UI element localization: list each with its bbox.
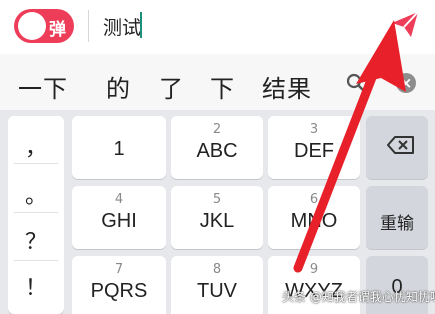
punct-period[interactable]: 。 [8, 178, 64, 210]
key-8[interactable]: 8 TUV [171, 256, 263, 314]
key-number: 9 [309, 262, 319, 277]
key-number: 5 [212, 192, 222, 207]
key-9[interactable]: 9 WXYZ [268, 256, 360, 314]
key-number: 7 [114, 262, 124, 277]
key-label: 重输 [380, 214, 414, 234]
keyboard-panel: ， 。 ？ ！ 1 2 ABC 3 DEF 4 GHI 5 JKL 6 MNO [0, 110, 435, 314]
popup-toggle[interactable]: 弹 [14, 9, 74, 43]
key-number: 2 [212, 122, 222, 137]
key-1[interactable]: 1 [72, 116, 166, 179]
divider [14, 260, 58, 261]
key-label: ABC [196, 140, 238, 162]
candidate-item[interactable]: 了 [159, 69, 184, 104]
candidate-item[interactable]: 的 [106, 69, 131, 104]
message-input[interactable]: 测试 [103, 13, 141, 40]
key-5[interactable]: 5 JKL [171, 186, 263, 249]
key-7[interactable]: 7 PQRS [72, 256, 166, 314]
candidate-item[interactable]: 结果 [262, 69, 312, 104]
key-3[interactable]: 3 DEF [268, 116, 360, 179]
key-label: PQRS [90, 280, 148, 302]
divider [88, 10, 89, 42]
close-icon[interactable]: × [396, 73, 416, 93]
key-label: JKL [199, 210, 235, 232]
key-6[interactable]: 6 MNO [268, 186, 360, 249]
backspace-icon [387, 136, 414, 154]
watermark-text: 头条 @知我者谓我心忧知忧呀 [282, 290, 435, 304]
key-label: TUV [197, 280, 237, 302]
search-icon[interactable] [344, 71, 368, 95]
toggle-knob [18, 12, 46, 40]
candidate-bar: 一下 的 了 下 结果 × [0, 54, 435, 110]
send-icon[interactable] [389, 8, 421, 40]
key-number: 6 [309, 192, 319, 207]
divider [14, 163, 58, 164]
key-0[interactable]: 0 [366, 256, 428, 314]
candidate-item[interactable]: 一下 [18, 69, 68, 104]
punct-question[interactable]: ？ [8, 224, 64, 256]
key-label: GHI [101, 210, 137, 232]
reenter-key[interactable]: 重输 [366, 186, 428, 249]
input-bar: 弹 测试 [0, 0, 435, 54]
key-number: 8 [212, 262, 222, 277]
divider [14, 212, 58, 213]
close-glyph: × [399, 74, 413, 92]
backspace-key[interactable] [366, 116, 428, 179]
key-number: 3 [309, 122, 319, 137]
candidate-item[interactable]: 下 [210, 69, 235, 104]
key-label: MNO [290, 210, 338, 232]
punctuation-column[interactable]: ， 。 ？ ！ [8, 116, 64, 314]
toggle-label: 弹 [49, 20, 66, 40]
key-label: 1 [113, 138, 125, 160]
key-number: 4 [114, 192, 124, 207]
key-label: DEF [294, 140, 334, 162]
text-caret [140, 12, 142, 38]
punct-comma[interactable]: ， [8, 130, 64, 162]
key-4[interactable]: 4 GHI [72, 186, 166, 249]
key-2[interactable]: 2 ABC [171, 116, 263, 179]
punct-exclaim[interactable]: ！ [8, 270, 64, 302]
